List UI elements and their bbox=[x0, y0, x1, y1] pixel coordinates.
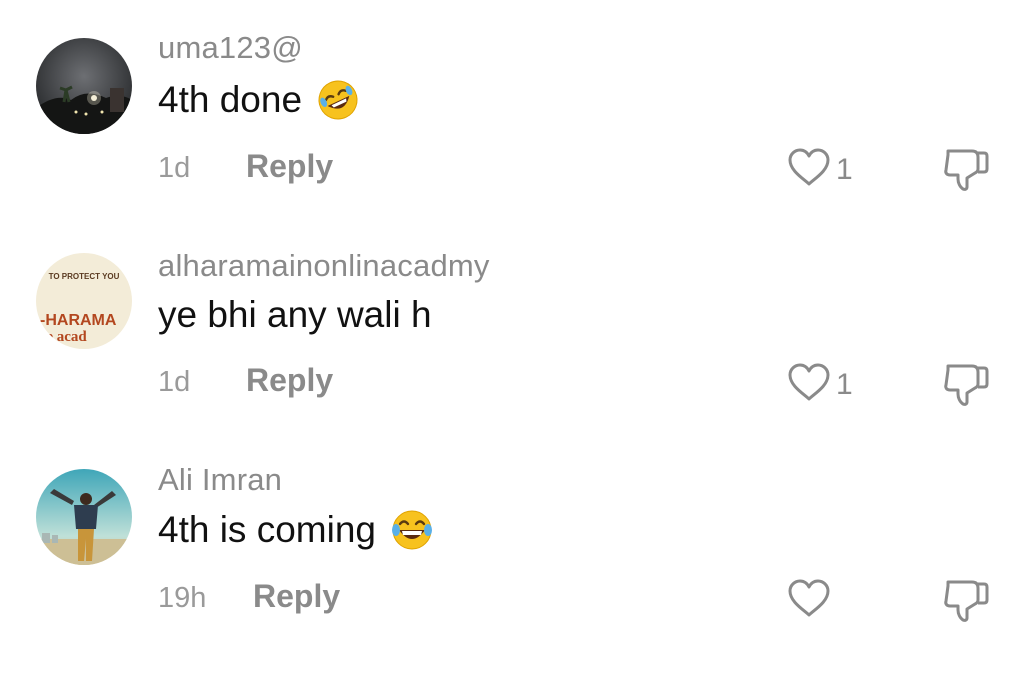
avatar-text-line2: -HARAMA bbox=[40, 312, 117, 329]
like-button[interactable]: 1 bbox=[786, 361, 853, 408]
username[interactable]: alharamainonlinacadmy bbox=[158, 248, 490, 284]
thumbs-down-icon bbox=[944, 580, 989, 622]
heart-icon bbox=[786, 577, 832, 624]
heart-icon bbox=[786, 361, 832, 408]
avatar[interactable] bbox=[36, 469, 132, 565]
username[interactable]: Ali Imran bbox=[158, 462, 282, 498]
heart-icon bbox=[786, 146, 832, 193]
avatar[interactable]: TO PROTECT YOU -HARAMA ne acad bbox=[36, 253, 132, 349]
avatar-text-line1: TO PROTECT YOU bbox=[49, 272, 120, 281]
comment-text-content: ye bhi any wali h bbox=[158, 294, 432, 335]
dislike-button[interactable] bbox=[940, 576, 992, 624]
reply-button[interactable]: Reply bbox=[246, 362, 333, 399]
like-count: 1 bbox=[836, 152, 853, 186]
dislike-button[interactable] bbox=[940, 360, 992, 408]
avatar[interactable] bbox=[36, 38, 132, 134]
reply-button[interactable]: Reply bbox=[246, 148, 333, 185]
like-button[interactable]: 1 bbox=[786, 146, 853, 193]
thumbs-down-icon bbox=[944, 364, 989, 406]
comment-text: ye bhi any wali h bbox=[158, 294, 432, 336]
username[interactable]: uma123@ bbox=[158, 30, 303, 66]
avatar-text-line3: ne acad bbox=[38, 329, 87, 345]
reply-button[interactable]: Reply bbox=[253, 578, 340, 615]
comment-text-content: 4th done bbox=[158, 79, 303, 120]
like-button[interactable] bbox=[786, 577, 836, 624]
comment-text: 4th done bbox=[158, 78, 360, 122]
thumbs-down-icon bbox=[944, 149, 989, 191]
rolling-on-floor-laughing-emoji bbox=[316, 78, 360, 122]
comment-timestamp: 1d bbox=[158, 152, 191, 184]
comment-timestamp: 1d bbox=[158, 366, 191, 398]
dislike-button[interactable] bbox=[940, 145, 992, 193]
like-count: 1 bbox=[836, 367, 853, 401]
comment-text-content: 4th is coming bbox=[158, 509, 376, 550]
face-with-tears-of-joy-emoji bbox=[390, 508, 434, 552]
comment-timestamp: 19h bbox=[158, 582, 207, 614]
comment-text: 4th is coming bbox=[158, 508, 434, 552]
